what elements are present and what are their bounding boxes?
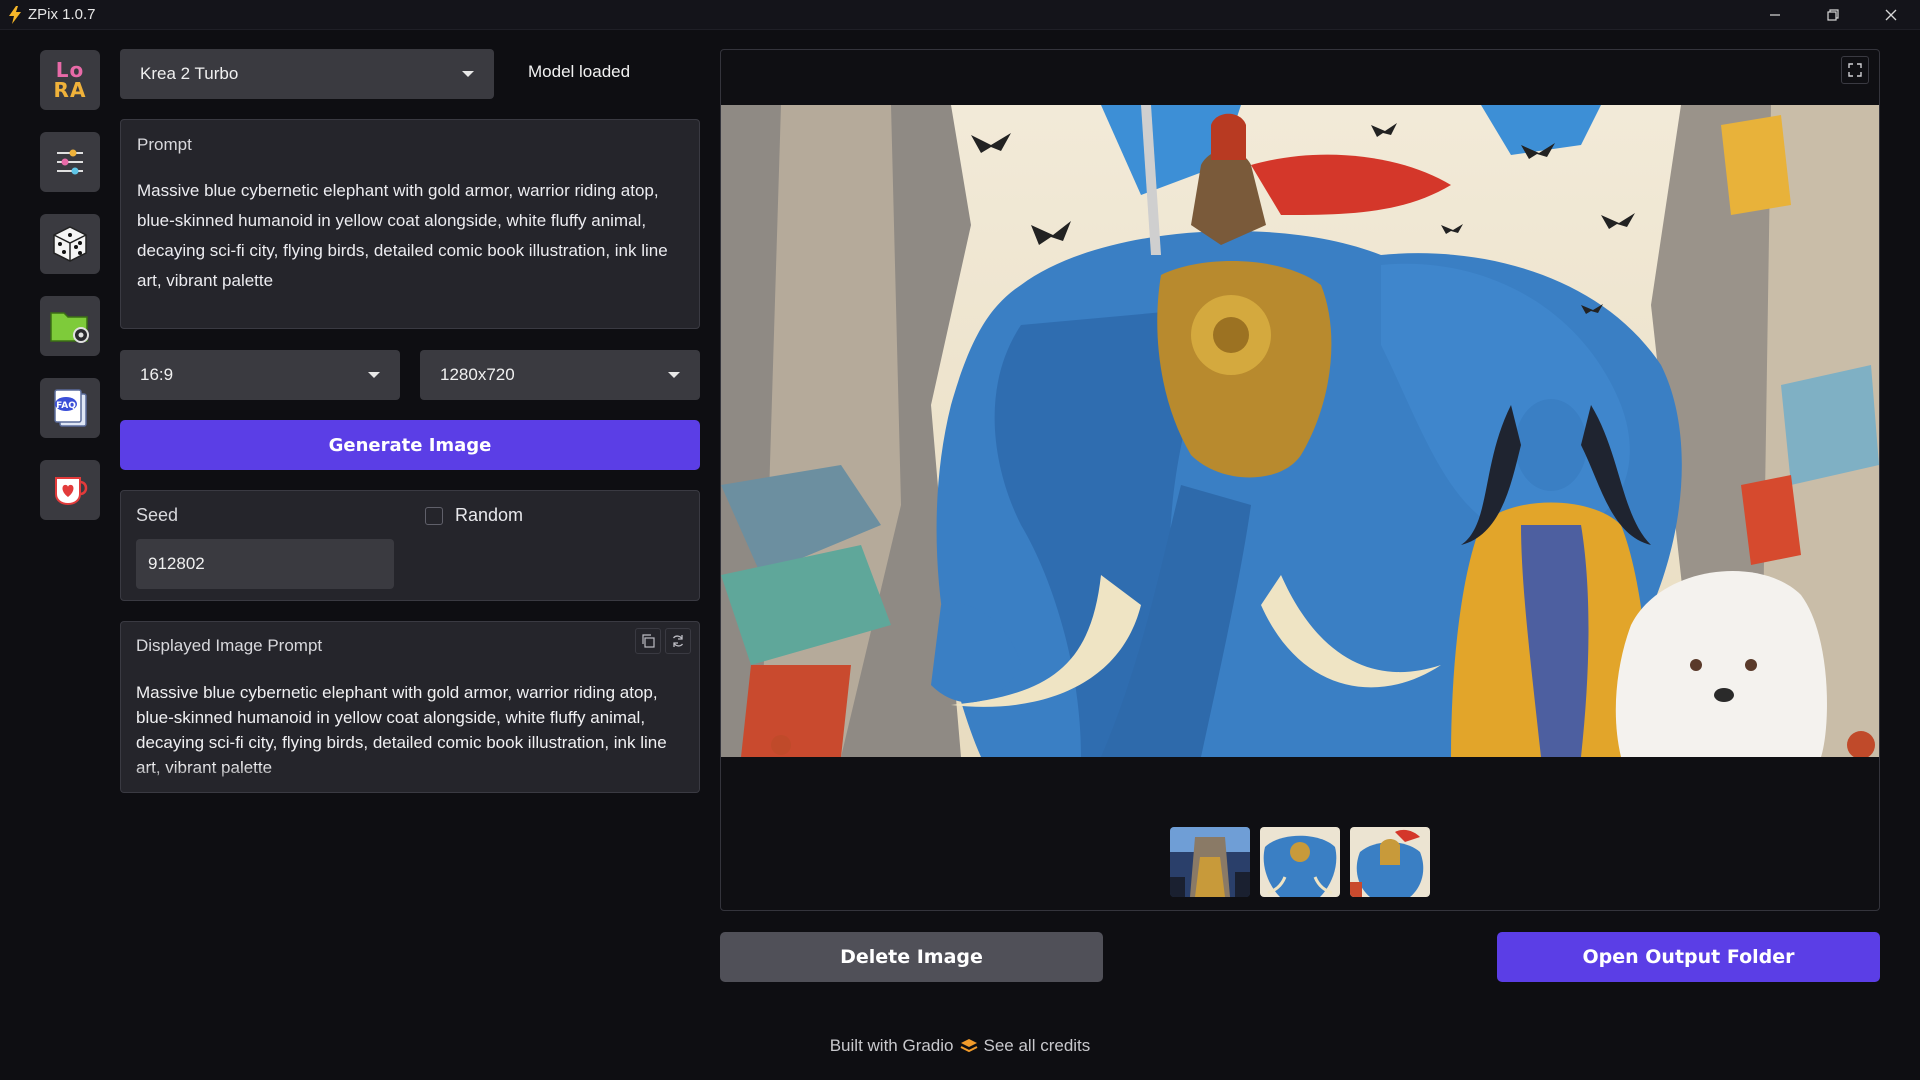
gradio-logo-icon bbox=[960, 1038, 978, 1054]
generated-image[interactable] bbox=[721, 105, 1879, 757]
restore-icon bbox=[1827, 8, 1839, 21]
prompt-input[interactable]: Massive blue cybernetic elephant with go… bbox=[137, 176, 677, 296]
gallery-thumbnail[interactable] bbox=[1350, 827, 1430, 897]
svg-text:FAQ: FAQ bbox=[56, 401, 76, 411]
image-viewer bbox=[720, 49, 1880, 911]
generate-image-button[interactable]: Generate Image bbox=[120, 420, 700, 470]
resolution-select[interactable]: 1280x720 bbox=[420, 350, 700, 400]
seed-label: Seed bbox=[136, 505, 179, 525]
output-settings-button[interactable] bbox=[40, 296, 100, 356]
chevron-down-icon bbox=[462, 71, 474, 77]
lora-button[interactable]: Lo RA bbox=[40, 50, 100, 110]
seed-panel: Seed 912802 Random bbox=[120, 490, 700, 601]
settings-sliders-button[interactable] bbox=[40, 132, 100, 192]
faq-icon: FAQ bbox=[54, 389, 87, 427]
lightning-icon bbox=[6, 5, 24, 24]
gallery-thumbnail[interactable] bbox=[1260, 827, 1340, 897]
model-select[interactable]: Krea 2 Turbo bbox=[120, 49, 494, 99]
random-checkbox[interactable] bbox=[425, 506, 443, 525]
prompt-actions bbox=[635, 628, 691, 654]
sidebar: Lo RA FAQ bbox=[40, 50, 100, 542]
seed-input[interactable]: 912802 bbox=[136, 539, 394, 589]
dice-icon bbox=[53, 226, 87, 262]
displayed-prompt-panel: Displayed Image Prompt Massive blue cybe… bbox=[120, 621, 700, 793]
close-button[interactable] bbox=[1862, 0, 1920, 29]
prompt-panel: Prompt Massive blue cybernetic elephant … bbox=[120, 119, 700, 329]
maximize-button[interactable] bbox=[1804, 0, 1862, 29]
model-status: Model loaded bbox=[528, 62, 631, 81]
prompt-label: Prompt bbox=[137, 135, 192, 154]
resolution-value: 1280x720 bbox=[440, 365, 515, 384]
minimize-icon bbox=[1770, 13, 1780, 16]
model-select-value: Krea 2 Turbo bbox=[140, 64, 239, 83]
open-output-folder-button[interactable]: Open Output Folder bbox=[1497, 932, 1880, 982]
fullscreen-button[interactable] bbox=[1841, 56, 1869, 84]
copy-icon[interactable] bbox=[635, 628, 661, 654]
window-title: ZPix 1.0.7 bbox=[28, 6, 96, 23]
footer: Built with Gradio See all credits bbox=[0, 1036, 1920, 1056]
support-button[interactable] bbox=[40, 460, 100, 520]
random-seed-button[interactable] bbox=[40, 214, 100, 274]
support-cup-icon bbox=[55, 477, 88, 506]
folder-settings-icon bbox=[50, 312, 89, 343]
random-toggle[interactable]: Random bbox=[425, 505, 523, 526]
refresh-icon[interactable] bbox=[665, 628, 691, 654]
built-with-link[interactable]: Built with Gradio bbox=[830, 1036, 954, 1056]
random-label: Random bbox=[455, 505, 524, 525]
title-bar: ZPix 1.0.7 bbox=[0, 0, 1920, 30]
displayed-prompt-label: Displayed Image Prompt bbox=[136, 636, 323, 655]
delete-image-button[interactable]: Delete Image bbox=[720, 932, 1103, 982]
aspect-ratio-value: 16:9 bbox=[140, 365, 174, 384]
aspect-ratio-select[interactable]: 16:9 bbox=[120, 350, 400, 400]
close-icon bbox=[1885, 9, 1897, 20]
fullscreen-icon bbox=[1848, 63, 1862, 77]
chevron-down-icon bbox=[368, 372, 380, 378]
minimize-button[interactable] bbox=[1746, 0, 1804, 29]
credits-link[interactable]: See all credits bbox=[984, 1036, 1091, 1056]
sliders-icon bbox=[57, 149, 83, 175]
faq-button[interactable]: FAQ bbox=[40, 378, 100, 438]
chevron-down-icon bbox=[668, 372, 680, 378]
gallery-thumbnail[interactable] bbox=[1170, 827, 1250, 897]
window-controls bbox=[1746, 0, 1920, 29]
lora-icon: Lo RA bbox=[53, 58, 87, 102]
fade-overlay bbox=[121, 764, 699, 792]
